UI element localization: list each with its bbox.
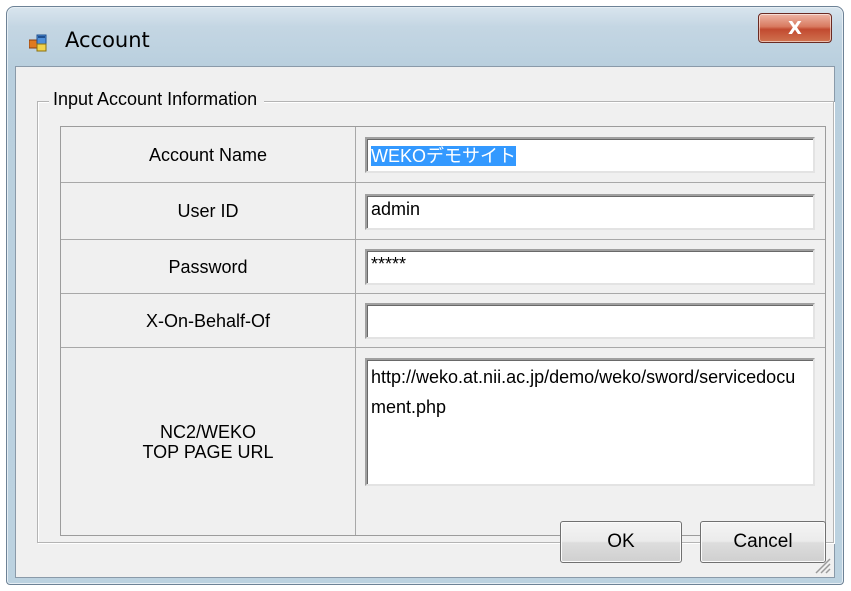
on-behalf-of-label: X-On-Behalf-Of [61,294,356,347]
password-label: Password [61,240,356,293]
row-account-name: Account Name WEKOデモサイト [61,127,825,183]
user-id-label: User ID [61,183,356,239]
top-page-url-value: http://weko.at.nii.ac.jp/demo/weko/sword… [371,367,796,417]
account-name-value: WEKOデモサイト [371,146,517,166]
ok-button[interactable]: OK [560,521,682,563]
row-user-id: User ID admin [61,183,825,240]
user-id-input[interactable]: admin [365,194,815,230]
on-behalf-of-input[interactable] [365,303,815,339]
group-title: Input Account Information [49,89,265,110]
dialog-client-area: Input Account Information Account Name W… [15,66,835,578]
resize-grip-icon[interactable] [810,553,832,575]
app-window-icon [29,34,47,52]
row-on-behalf-of: X-On-Behalf-Of [61,294,825,348]
password-input[interactable]: ***** [365,249,815,285]
account-dialog: Account X Input Account Information Acco… [6,6,844,585]
cancel-button[interactable]: Cancel [700,521,826,563]
account-form-table: Account Name WEKOデモサイト User ID admin Pas… [60,126,826,536]
user-id-value: admin [371,199,421,219]
close-icon: X [788,17,802,39]
top-page-url-input[interactable]: http://weko.at.nii.ac.jp/demo/weko/sword… [365,358,815,486]
row-top-page-url: NC2/WEKO TOP PAGE URL http://weko.at.nii… [61,348,825,535]
password-value: ***** [371,254,407,274]
row-password: Password ***** [61,240,825,294]
window-title: Account [65,28,150,52]
top-page-url-label: NC2/WEKO TOP PAGE URL [61,348,356,535]
account-name-input[interactable]: WEKOデモサイト [365,137,815,173]
account-name-label: Account Name [61,127,356,182]
title-bar[interactable]: Account X [7,7,843,67]
close-button[interactable]: X [758,13,832,43]
